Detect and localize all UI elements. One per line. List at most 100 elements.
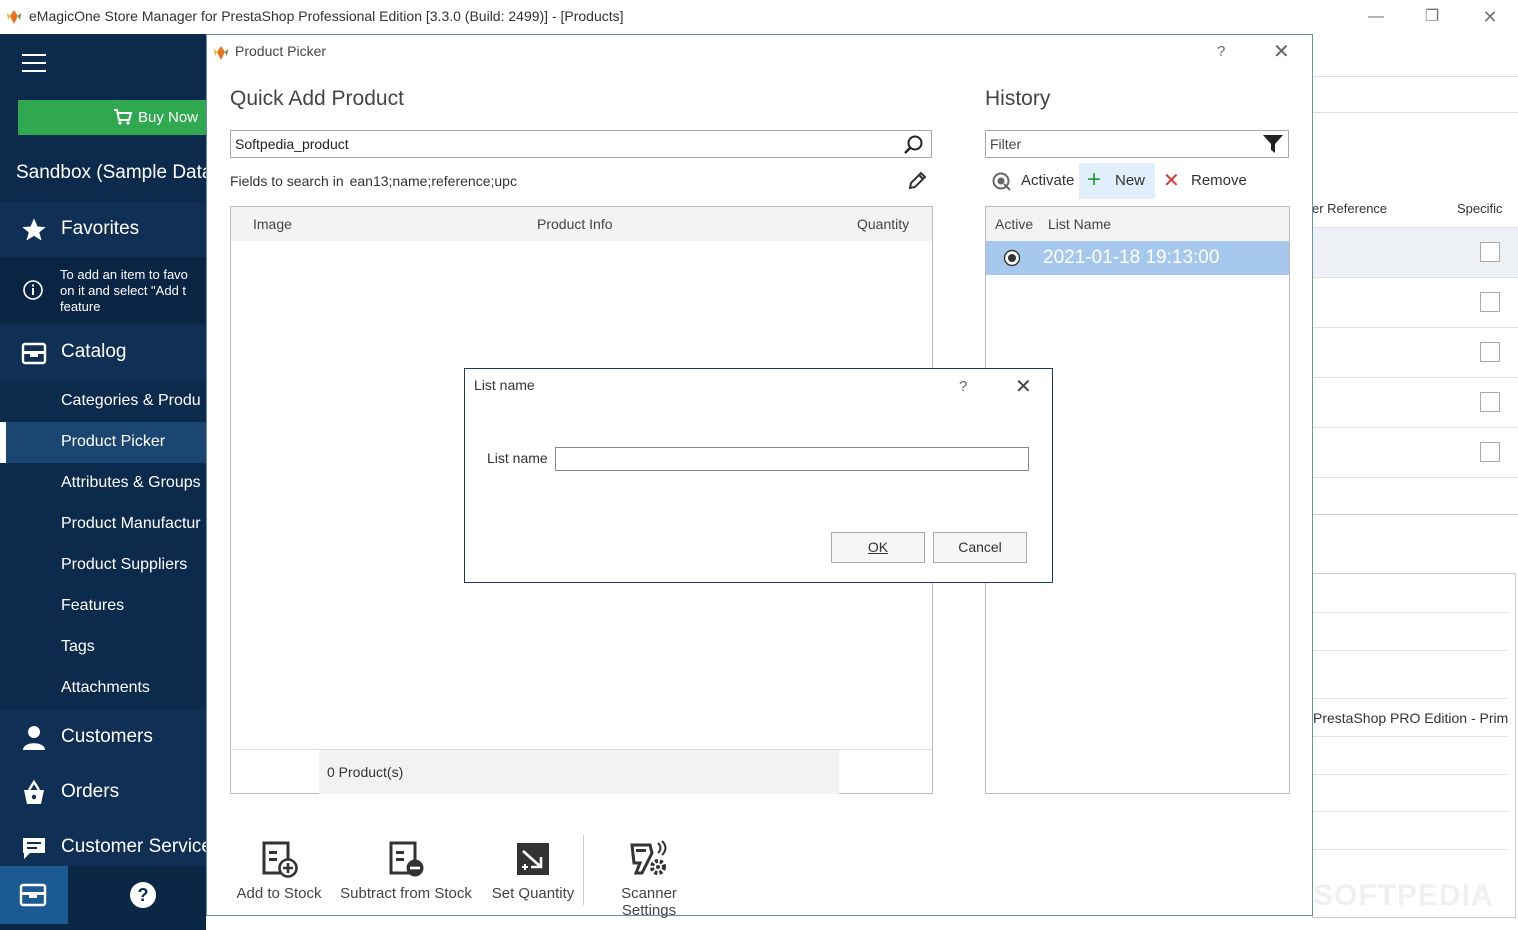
nav-customers[interactable]: Customers — [0, 710, 206, 765]
history-filter-input[interactable]: Filter — [985, 130, 1289, 158]
pencil-icon[interactable] — [906, 170, 928, 192]
sidebar-bottom-bar: ? — [0, 866, 206, 930]
product-count: 0 Product(s) — [319, 750, 839, 794]
help-button[interactable]: ? — [130, 882, 156, 908]
list-name-modal: List name ? ✕ List name OK Cancel — [464, 368, 1053, 583]
fields-to-search: Fields to search in ean13;name;reference;… — [230, 173, 517, 189]
product-search-value: Softpedia_product — [235, 136, 349, 152]
scanner-settings-button[interactable]: Scanner Settings — [593, 835, 705, 919]
store-name[interactable]: Sandbox (Sample Data — [16, 162, 206, 184]
menu-icon[interactable] — [22, 54, 46, 72]
store-button[interactable] — [0, 866, 68, 924]
chat-icon — [23, 838, 45, 859]
bg-grid-header: er Reference Specific — [1312, 190, 1518, 228]
sidebar: Buy Now Sandbox (Sample Data Favorites T… — [0, 34, 206, 930]
nav-item-label: Product Suppliers — [61, 556, 188, 573]
bg-checkbox[interactable] — [1480, 342, 1500, 362]
nav-catalog[interactable]: Catalog — [0, 325, 206, 380]
nav-item-label: Tags — [61, 638, 95, 655]
nav-attachments[interactable]: Attachments — [0, 668, 206, 709]
watermark: SOFTPEDIA — [1313, 879, 1494, 912]
nav-item-label: Attributes & Groups — [61, 474, 201, 491]
scanner-settings-icon — [630, 840, 667, 875]
col-product-info[interactable]: Product Info — [537, 216, 613, 232]
col-image[interactable]: Image — [253, 216, 292, 232]
col-quantity[interactable]: Quantity — [857, 216, 909, 232]
favorites-hint-text: To add an item to favo on it and select … — [60, 267, 188, 314]
nav-product-manufacturers[interactable]: Product Manufactur — [0, 504, 206, 545]
history-toolbar: Activate + New ✕ Remove — [985, 163, 1295, 199]
bg-divider — [1312, 514, 1518, 515]
bg-checkbox[interactable] — [1480, 242, 1500, 262]
cart-icon — [114, 109, 133, 125]
basket-icon — [24, 779, 44, 804]
subtract-from-stock-label: Subtract from Stock — [340, 885, 472, 902]
nav-tags[interactable]: Tags — [0, 627, 206, 668]
bg-row[interactable] — [1312, 428, 1518, 478]
info-icon — [23, 280, 43, 300]
nav-orders-label: Orders — [61, 781, 120, 802]
modal-close-icon[interactable]: ✕ — [1015, 374, 1032, 399]
minimize-icon[interactable]: — — [1364, 6, 1388, 28]
dialog-title: Product Picker — [235, 43, 327, 59]
search-icon[interactable] — [903, 134, 925, 156]
activate-button[interactable]: Activate — [989, 163, 1081, 199]
bottom-toolbar: Add to Stock Subtract from Stock Set Qua… — [207, 835, 1312, 919]
cancel-button[interactable]: Cancel — [933, 532, 1027, 563]
history-row[interactable]: 2021-01-18 19:13:00 — [986, 241, 1289, 275]
history-grid-header: Active List Name — [986, 207, 1289, 241]
bg-info-panel: PrestaShop PRO Edition - Prim SOFTPEDIA — [1312, 573, 1516, 918]
subtract-from-stock-button[interactable]: Subtract from Stock — [339, 835, 473, 915]
add-to-stock-icon — [262, 841, 298, 878]
col-list-name[interactable]: List Name — [1048, 216, 1111, 232]
nav-product-suppliers[interactable]: Product Suppliers — [0, 545, 206, 586]
dialog-close-icon[interactable]: ✕ — [1273, 39, 1290, 64]
add-to-stock-button[interactable]: Add to Stock — [235, 835, 323, 915]
dialog-help-icon[interactable]: ? — [1217, 43, 1225, 60]
nav-categories-products[interactable]: Categories & Produ — [0, 381, 206, 422]
filter-icon[interactable] — [1262, 133, 1284, 155]
nav-features[interactable]: Features — [0, 586, 206, 627]
list-name-label: List name — [487, 450, 548, 466]
list-name-input[interactable] — [555, 447, 1029, 471]
window-titlebar: eMagicOne Store Manager for PrestaShop P… — [0, 0, 1518, 34]
new-list-button[interactable]: + New — [1079, 163, 1155, 199]
modal-help-icon[interactable]: ? — [959, 378, 967, 395]
bg-checkbox[interactable] — [1480, 292, 1500, 312]
bg-checkbox[interactable] — [1480, 392, 1500, 412]
modal-title: List name — [474, 377, 535, 393]
nav-catalog-label: Catalog — [61, 341, 127, 362]
new-label: New — [1115, 172, 1146, 189]
nav-favorites-label: Favorites — [61, 218, 140, 239]
ok-button[interactable]: OK — [831, 532, 925, 563]
nav-favorites[interactable]: Favorites — [0, 202, 206, 257]
user-icon — [23, 726, 45, 750]
restore-icon[interactable]: ❐ — [1420, 6, 1444, 28]
product-search-input[interactable]: Softpedia_product — [230, 130, 932, 158]
set-quantity-icon — [517, 843, 549, 875]
bg-row[interactable] — [1312, 328, 1518, 378]
bg-divider — [1312, 112, 1518, 113]
nav-attributes-groups[interactable]: Attributes & Groups — [0, 463, 206, 504]
nav-orders[interactable]: Orders — [0, 765, 206, 820]
remove-icon: ✕ — [1163, 170, 1180, 192]
nav-product-picker[interactable]: Product Picker — [0, 422, 206, 463]
col-active[interactable]: Active — [995, 216, 1033, 232]
bg-checkbox[interactable] — [1480, 442, 1500, 462]
bg-row[interactable] — [1312, 228, 1518, 278]
remove-list-button[interactable]: ✕ Remove — [1159, 163, 1249, 199]
app-logo-icon — [214, 46, 228, 60]
buy-now-button[interactable]: Buy Now — [18, 100, 206, 135]
set-quantity-button[interactable]: Set Quantity — [489, 835, 577, 915]
activate-label: Activate — [1021, 172, 1075, 189]
products-grid-footer: 0 Product(s) — [231, 749, 932, 794]
bg-row[interactable] — [1312, 278, 1518, 328]
products-grid-header: Image Product Info Quantity — [231, 207, 932, 241]
quick-add-title: Quick Add Product — [230, 87, 404, 110]
set-quantity-label: Set Quantity — [491, 885, 575, 902]
close-icon[interactable]: ✕ — [1478, 6, 1502, 28]
ok-label: OK — [867, 539, 889, 555]
bg-row[interactable] — [1312, 378, 1518, 428]
app-logo-icon — [7, 10, 21, 24]
active-radio-icon[interactable] — [1003, 249, 1021, 267]
